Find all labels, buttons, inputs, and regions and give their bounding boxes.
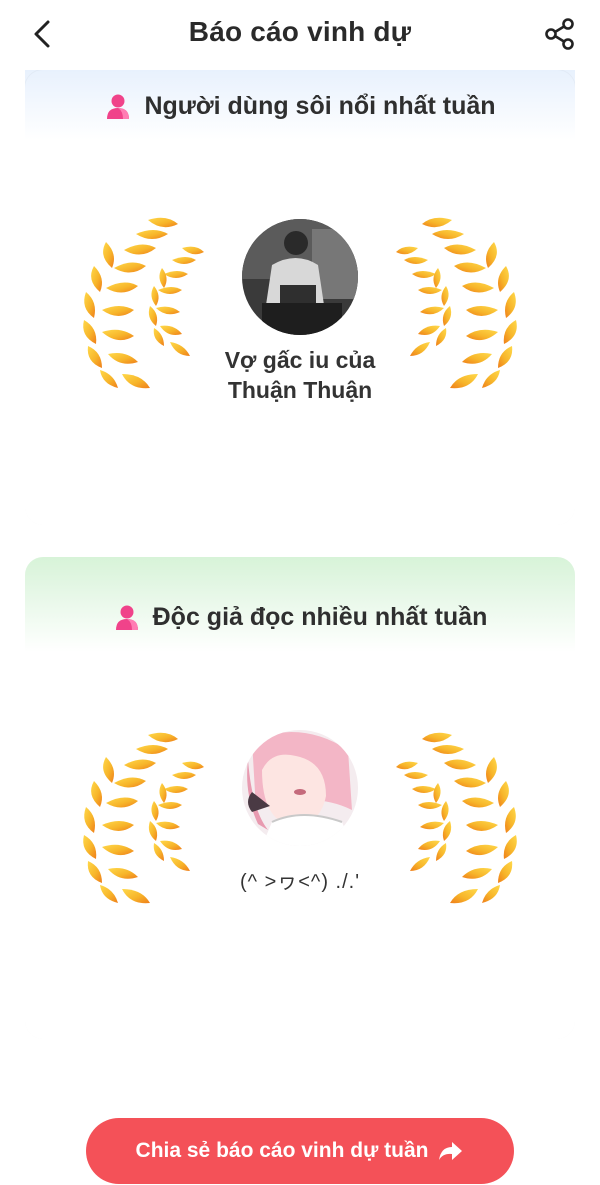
share-icon — [545, 18, 574, 50]
card-heading: Độc giả đọc nhiều nhất tuần — [25, 603, 575, 632]
avatar[interactable] — [242, 730, 358, 846]
top-bar: Báo cáo vinh dự — [0, 0, 600, 70]
share-button[interactable] — [540, 14, 580, 54]
user-name-line2: Thuận Thuận — [227, 377, 373, 403]
card-heading: Người dùng sôi nổi nhất tuần — [25, 92, 575, 121]
top-reader-card: Độc giả đọc nhiều nhất tuần (^ >ヮ<^) ./.… — [25, 557, 575, 1039]
user-name: Vợ gấc iu của Thuận Thuận — [175, 345, 425, 405]
card-heading-label: Người dùng sôi nổi nhất tuần — [144, 92, 496, 120]
page-title: Báo cáo vinh dự — [188, 16, 412, 47]
user-name-line1: Vợ gấc iu của — [224, 347, 376, 373]
person-icon — [107, 94, 130, 119]
forward-arrow-icon — [439, 1142, 463, 1160]
most-active-user-card: Người dùng sôi nổi nhất tuần Vợ gấc iu c… — [25, 70, 575, 525]
share-weekly-report-button[interactable]: Chia sẻ báo cáo vinh dự tuần — [86, 1118, 514, 1184]
person-icon — [115, 605, 138, 630]
card-heading-label: Độc giả đọc nhiều nhất tuần — [152, 603, 488, 631]
avatar[interactable] — [242, 219, 358, 335]
avatar-anime — [242, 730, 358, 846]
share-weekly-report-label: Chia sẻ báo cáo vinh dự tuần — [135, 1139, 429, 1162]
user-name: (^ >ヮ<^) ./.' — [239, 871, 361, 893]
avatar-photo — [242, 219, 358, 335]
